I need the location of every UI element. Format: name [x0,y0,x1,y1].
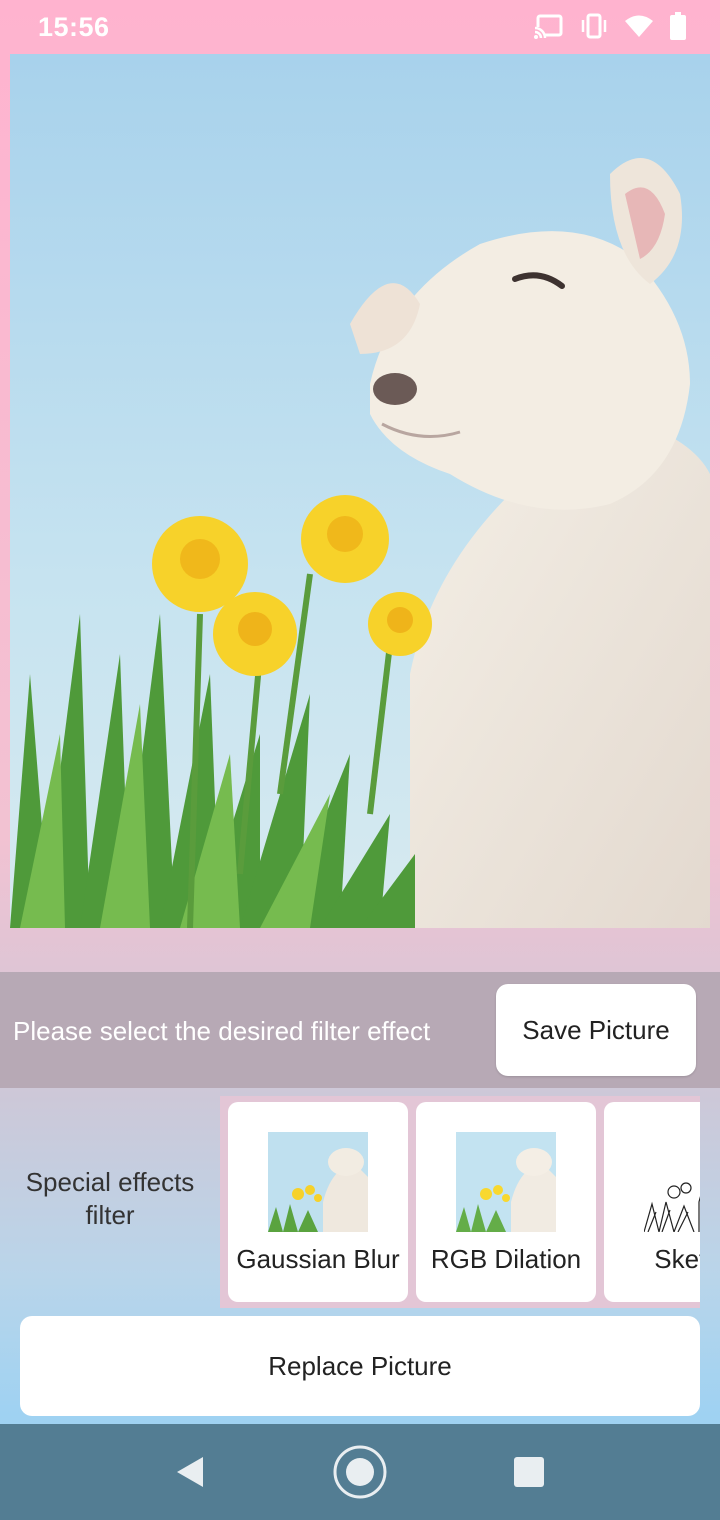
effect-label: RGB Dilation [430,1244,582,1274]
filter-prompt-row: Please select the desired filter effect … [0,972,720,1088]
save-picture-button[interactable]: Save Picture [496,984,696,1076]
effect-label: Sketch [654,1244,700,1274]
status-bar: 15:56 [0,0,720,52]
effects-label-line1: Special effects [25,1167,195,1197]
back-icon[interactable] [144,1424,234,1520]
status-time: 15:56 [38,12,110,42]
vibrate-icon [580,13,608,39]
filter-prompt-text: Please select the desired filter effect [13,1016,431,1046]
effect-thumbnail [268,1132,368,1232]
main-photo [10,54,710,928]
effect-card-sketch[interactable]: Sketch [604,1102,700,1302]
cast-icon [534,13,564,39]
navigation-bar [0,1424,720,1520]
effect-label: Gaussian Blur [236,1244,400,1274]
effect-card-gaussian-blur[interactable]: Gaussian Blur [228,1102,408,1302]
recents-icon[interactable] [484,1424,574,1520]
battery-icon [670,12,686,40]
replace-picture-button[interactable]: Replace Picture [20,1316,700,1416]
wifi-icon [624,14,654,38]
effect-thumbnail [644,1132,700,1232]
effects-list[interactable]: Gaussian Blur RGB Dilation Ske [220,1096,700,1308]
status-icons [534,12,686,40]
effects-section-label: Special effects filter [0,1166,220,1232]
effect-thumbnail [456,1132,556,1232]
effect-card-rgb-dilation[interactable]: RGB Dilation [416,1102,596,1302]
effects-label-line2: filter [85,1200,135,1230]
home-icon[interactable] [315,1424,405,1520]
